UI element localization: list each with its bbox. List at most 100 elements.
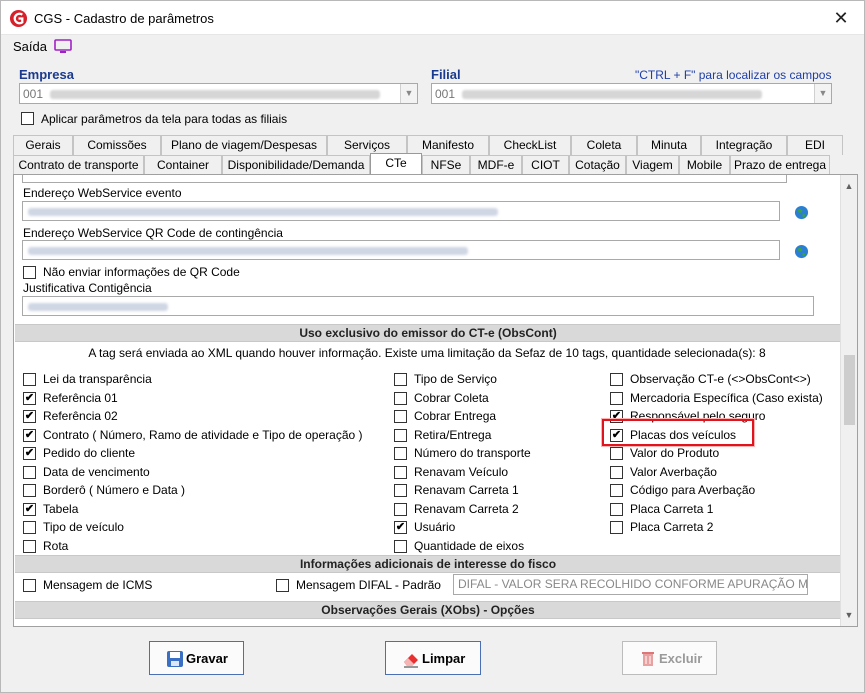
- col1-checkbox[interactable]: ✔: [23, 410, 36, 423]
- tab-row1-5[interactable]: CheckList: [489, 135, 571, 155]
- scroll-down-icon[interactable]: ▼: [841, 607, 857, 624]
- col3-label: Valor Averbação: [630, 464, 717, 479]
- col3-checkbox[interactable]: [610, 521, 623, 534]
- tab-row2-3[interactable]: CTe: [370, 153, 422, 175]
- col2-label: Renavam Carreta 1: [414, 483, 519, 497]
- col1-checkbox[interactable]: ✔: [23, 502, 36, 516]
- col2-checkbox[interactable]: ✔: [394, 521, 407, 534]
- panel-scrollbar[interactable]: ▲ ▼: [840, 175, 857, 626]
- justificativa-input[interactable]: [22, 296, 814, 316]
- difal-input[interactable]: DIFAL - VALOR SERA RECOLHIDO CONFORME AP…: [453, 574, 808, 595]
- col1-checkbox[interactable]: [23, 521, 36, 534]
- scroll-thumb[interactable]: [844, 355, 855, 425]
- col3-label: Valor do Produto: [630, 446, 720, 460]
- previous-field[interactable]: [22, 175, 787, 183]
- eraser-icon: [404, 654, 418, 668]
- close-button[interactable]: ✕: [823, 5, 859, 31]
- filial-select[interactable]: 001 ▼: [431, 83, 832, 104]
- col1-checkbox[interactable]: [23, 484, 36, 497]
- filial-label: Filial: [431, 67, 461, 82]
- tab-row1-4[interactable]: Manifesto: [407, 135, 489, 155]
- col1-checkbox[interactable]: [23, 539, 36, 553]
- menu-saida[interactable]: Saída: [13, 39, 47, 54]
- section-fisco: Informações adicionais de interesse do f…: [15, 555, 841, 573]
- tab-row1-9[interactable]: EDI: [787, 135, 843, 155]
- tab-row1-8[interactable]: Integração: [701, 135, 787, 155]
- no-qrcode-checkbox[interactable]: [23, 266, 36, 279]
- col2-label: Renavam Veículo: [414, 464, 509, 479]
- msg-difal-label: Mensagem DIFAL - Padrão: [296, 578, 441, 592]
- title-bar: CGS - Cadastro de parâmetros ✕: [1, 1, 864, 35]
- tab-row2-0[interactable]: Contrato de transporte: [13, 155, 144, 175]
- search-hint: "CTRL + F" para localizar os campos: [635, 68, 832, 82]
- col2-checkbox[interactable]: [394, 465, 407, 479]
- col1-checkbox[interactable]: [23, 373, 36, 386]
- msg-difal-checkbox[interactable]: [276, 579, 289, 592]
- col2-checkbox[interactable]: [394, 447, 407, 460]
- highlight-box: [602, 419, 754, 446]
- excluir-button[interactable]: Excluir: [622, 641, 717, 675]
- obscont-info: A tag será enviada ao XML quando houver …: [88, 346, 766, 360]
- col2-checkbox[interactable]: [394, 484, 407, 497]
- dialog-window: CGS - Cadastro de parâmetros ✕ Saída Emp…: [0, 0, 865, 693]
- col2-label: Cobrar Entrega: [414, 409, 497, 423]
- col2-checkbox[interactable]: [394, 373, 407, 386]
- tab-row2-5[interactable]: MDF-e: [470, 155, 522, 175]
- col2-checkbox[interactable]: [394, 428, 407, 442]
- tab-row1-3[interactable]: Serviços: [327, 135, 407, 155]
- col3-checkbox[interactable]: [610, 391, 623, 405]
- col2-checkbox[interactable]: [394, 502, 407, 516]
- tab-row2-2[interactable]: Disponibilidade/Demanda: [222, 155, 370, 175]
- col1-checkbox[interactable]: ✔: [23, 447, 36, 460]
- no-qrcode-label: Não enviar informações de QR Code: [43, 265, 240, 279]
- app-logo-icon: [9, 9, 28, 28]
- ws-qrcode-input[interactable]: [22, 240, 780, 260]
- apply-all-label: Aplicar parâmetros da tela para todas as…: [41, 112, 288, 126]
- chevron-down-icon: ▼: [814, 84, 831, 103]
- col2-label: Quantidade de eixos: [414, 538, 525, 553]
- tab-row1-7[interactable]: Minuta: [637, 135, 701, 155]
- globe-icon[interactable]: [794, 244, 809, 259]
- col2-label: Renavam Carreta 2: [414, 501, 519, 516]
- col2-checkbox[interactable]: [394, 391, 407, 405]
- col3-checkbox[interactable]: [610, 447, 623, 460]
- col2-checkbox[interactable]: [394, 410, 407, 423]
- col1-checkbox[interactable]: ✔: [23, 428, 36, 442]
- limpar-button[interactable]: Limpar: [385, 641, 481, 675]
- tab-row2-4[interactable]: NFSe: [422, 155, 470, 175]
- justificativa-label: Justificativa Contigência: [23, 281, 152, 295]
- tab-row2-6[interactable]: CIOT: [522, 155, 569, 175]
- tab-row2-10[interactable]: Prazo de entrega: [730, 155, 830, 175]
- tab-row2-8[interactable]: Viagem: [626, 155, 679, 175]
- empresa-select[interactable]: 001 ▼: [19, 83, 418, 104]
- msg-icms-checkbox[interactable]: [23, 579, 36, 592]
- tab-row1-6[interactable]: Coleta: [571, 135, 637, 155]
- col1-label: Pedido do cliente: [43, 446, 136, 460]
- trash-icon: [642, 652, 654, 666]
- ws-evento-input[interactable]: [22, 201, 780, 221]
- col2-checkbox[interactable]: [394, 539, 407, 553]
- tab-row1-2[interactable]: Plano de viagem/Despesas: [161, 135, 327, 155]
- gravar-button[interactable]: Gravar: [149, 641, 244, 675]
- col3-checkbox[interactable]: [610, 373, 623, 386]
- col3-label: Placa Carreta 2: [630, 520, 714, 534]
- tab-row2-9[interactable]: Mobile: [679, 155, 730, 175]
- tab-row2-1[interactable]: Container: [144, 155, 222, 175]
- col3-checkbox[interactable]: [610, 502, 623, 516]
- tab-row1-1[interactable]: Comissões: [73, 135, 161, 155]
- tab-row1-0[interactable]: Gerais: [13, 135, 73, 155]
- globe-icon[interactable]: [794, 205, 809, 220]
- col1-checkbox[interactable]: [23, 465, 36, 479]
- tab-row2-7[interactable]: Cotação: [569, 155, 626, 175]
- col2-label: Número do transporte: [414, 446, 531, 460]
- col3-checkbox[interactable]: [610, 465, 623, 479]
- col3-checkbox[interactable]: [610, 484, 623, 497]
- col1-checkbox[interactable]: ✔: [23, 391, 36, 405]
- monitor-icon[interactable]: [54, 39, 72, 54]
- ws-evento-label: Endereço WebService evento: [23, 186, 182, 200]
- apply-all-checkbox[interactable]: [21, 112, 34, 125]
- save-icon: [167, 651, 183, 667]
- col1-label: Contrato ( Número, Ramo de atividade e T…: [43, 427, 363, 442]
- col1-label: Lei da transparência: [43, 372, 152, 386]
- scroll-up-icon[interactable]: ▲: [841, 178, 857, 195]
